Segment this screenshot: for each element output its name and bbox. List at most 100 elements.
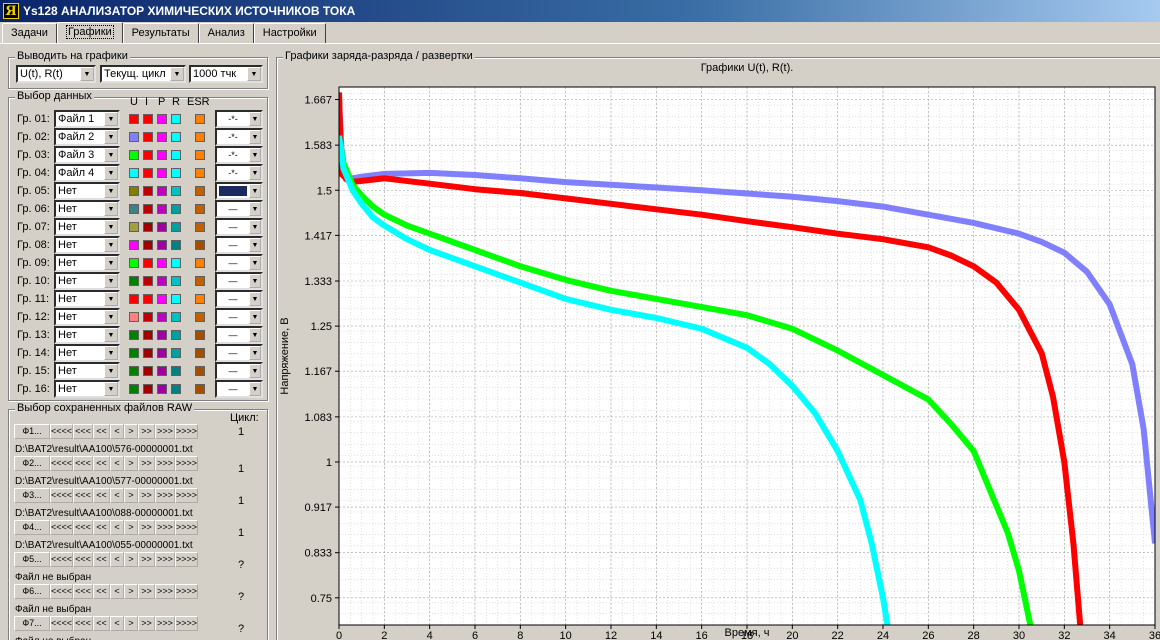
nav-button[interactable]: << [93,616,110,631]
nav-button[interactable]: < [110,520,124,535]
line-style-select-08[interactable]: — ▼ [215,236,263,254]
nav-button[interactable]: << [93,488,110,503]
color-swatch-u-04[interactable] [129,168,139,178]
color-swatch-u-02[interactable] [129,132,139,142]
tab-analysis[interactable]: Анализ [198,23,254,44]
line-style-select-03[interactable]: -*- ▼ [215,146,263,164]
file-select-14[interactable]: Нет ▼ [54,344,120,362]
nav-button[interactable]: >> [138,552,155,567]
file-pick-button-1[interactable]: Ф1... [14,424,50,439]
color-swatch-u-11[interactable] [129,294,139,304]
file-select-08[interactable]: Нет ▼ [54,236,120,254]
file-select-01[interactable]: Файл 1 ▼ [54,110,120,128]
color-swatch-p-05[interactable] [157,186,167,196]
color-swatch-u-07[interactable] [129,222,139,232]
nav-button[interactable]: >>> [155,424,175,439]
file-select-02[interactable]: Файл 2 ▼ [54,128,120,146]
color-swatch-esr-05[interactable] [195,186,205,196]
color-swatch-p-04[interactable] [157,168,167,178]
nav-button[interactable]: <<< [73,456,93,471]
nav-button[interactable]: <<<< [50,488,73,503]
file-select-06[interactable]: Нет ▼ [54,200,120,218]
nav-button[interactable]: < [110,616,124,631]
color-swatch-i-06[interactable] [143,204,153,214]
color-swatch-r-02[interactable] [171,132,181,142]
color-swatch-u-03[interactable] [129,150,139,160]
color-swatch-i-05[interactable] [143,186,153,196]
color-swatch-i-12[interactable] [143,312,153,322]
color-swatch-esr-10[interactable] [195,276,205,286]
color-swatch-esr-07[interactable] [195,222,205,232]
file-select-11[interactable]: Нет ▼ [54,290,120,308]
voltage-chart[interactable]: 0 2 4 6 8 10 12 14 16 18 20 22 24 26 28 30 32 34 361.6671.… [279,61,1160,640]
color-swatch-esr-02[interactable] [195,132,205,142]
nav-button[interactable]: <<< [73,424,93,439]
color-swatch-u-13[interactable] [129,330,139,340]
nav-button[interactable]: >>> [155,552,175,567]
nav-button[interactable]: < [110,488,124,503]
nav-button[interactable]: >>> [155,456,175,471]
line-style-select-14[interactable]: — ▼ [215,344,263,362]
color-swatch-i-13[interactable] [143,330,153,340]
color-swatch-u-09[interactable] [129,258,139,268]
nav-button[interactable]: >>> [155,520,175,535]
color-swatch-p-02[interactable] [157,132,167,142]
file-pick-button-4[interactable]: Ф4... [14,520,50,535]
nav-button[interactable]: >>> [155,584,175,599]
line-style-select-05[interactable]: ▼ [215,182,263,200]
color-swatch-r-04[interactable] [171,168,181,178]
nav-button[interactable]: <<< [73,552,93,567]
color-swatch-esr-04[interactable] [195,168,205,178]
nav-button[interactable]: >>>> [175,424,198,439]
nav-button[interactable]: << [93,456,110,471]
nav-button[interactable]: >> [138,424,155,439]
nav-button[interactable]: << [93,520,110,535]
file-select-15[interactable]: Нет ▼ [54,362,120,380]
nav-button[interactable]: < [110,424,124,439]
nav-button[interactable]: > [124,584,138,599]
nav-button[interactable]: <<<< [50,584,73,599]
color-swatch-r-01[interactable] [171,114,181,124]
color-swatch-r-12[interactable] [171,312,181,322]
tab-graphs[interactable]: Графики [56,22,123,44]
nav-button[interactable]: >>>> [175,456,198,471]
tab-results[interactable]: Результаты [122,23,199,44]
color-swatch-r-06[interactable] [171,204,181,214]
color-swatch-i-08[interactable] [143,240,153,250]
color-swatch-p-06[interactable] [157,204,167,214]
color-swatch-p-14[interactable] [157,348,167,358]
line-style-select-07[interactable]: — ▼ [215,218,263,236]
file-pick-button-6[interactable]: Ф6... [14,584,50,599]
color-swatch-i-03[interactable] [143,150,153,160]
nav-button[interactable]: >>>> [175,520,198,535]
color-swatch-u-14[interactable] [129,348,139,358]
color-swatch-i-15[interactable] [143,366,153,376]
nav-button[interactable]: <<< [73,584,93,599]
line-style-select-16[interactable]: — ▼ [215,380,263,398]
line-style-select-06[interactable]: — ▼ [215,200,263,218]
color-swatch-i-10[interactable] [143,276,153,286]
color-swatch-esr-08[interactable] [195,240,205,250]
color-swatch-u-08[interactable] [129,240,139,250]
nav-button[interactable]: >>>> [175,616,198,631]
color-swatch-r-11[interactable] [171,294,181,304]
nav-button[interactable]: >>>> [175,584,198,599]
color-swatch-r-15[interactable] [171,366,181,376]
nav-button[interactable]: <<< [73,520,93,535]
nav-button[interactable]: < [110,456,124,471]
color-swatch-i-04[interactable] [143,168,153,178]
nav-button[interactable]: << [93,424,110,439]
color-swatch-p-16[interactable] [157,384,167,394]
color-swatch-p-15[interactable] [157,366,167,376]
nav-button[interactable]: << [93,552,110,567]
nav-button[interactable]: <<< [73,488,93,503]
color-swatch-r-10[interactable] [171,276,181,286]
nav-button[interactable]: <<<< [50,520,73,535]
color-swatch-esr-15[interactable] [195,366,205,376]
file-select-13[interactable]: Нет ▼ [54,326,120,344]
color-swatch-p-03[interactable] [157,150,167,160]
line-style-select-12[interactable]: — ▼ [215,308,263,326]
color-swatch-u-15[interactable] [129,366,139,376]
nav-button[interactable]: >> [138,456,155,471]
nav-button[interactable]: < [110,584,124,599]
